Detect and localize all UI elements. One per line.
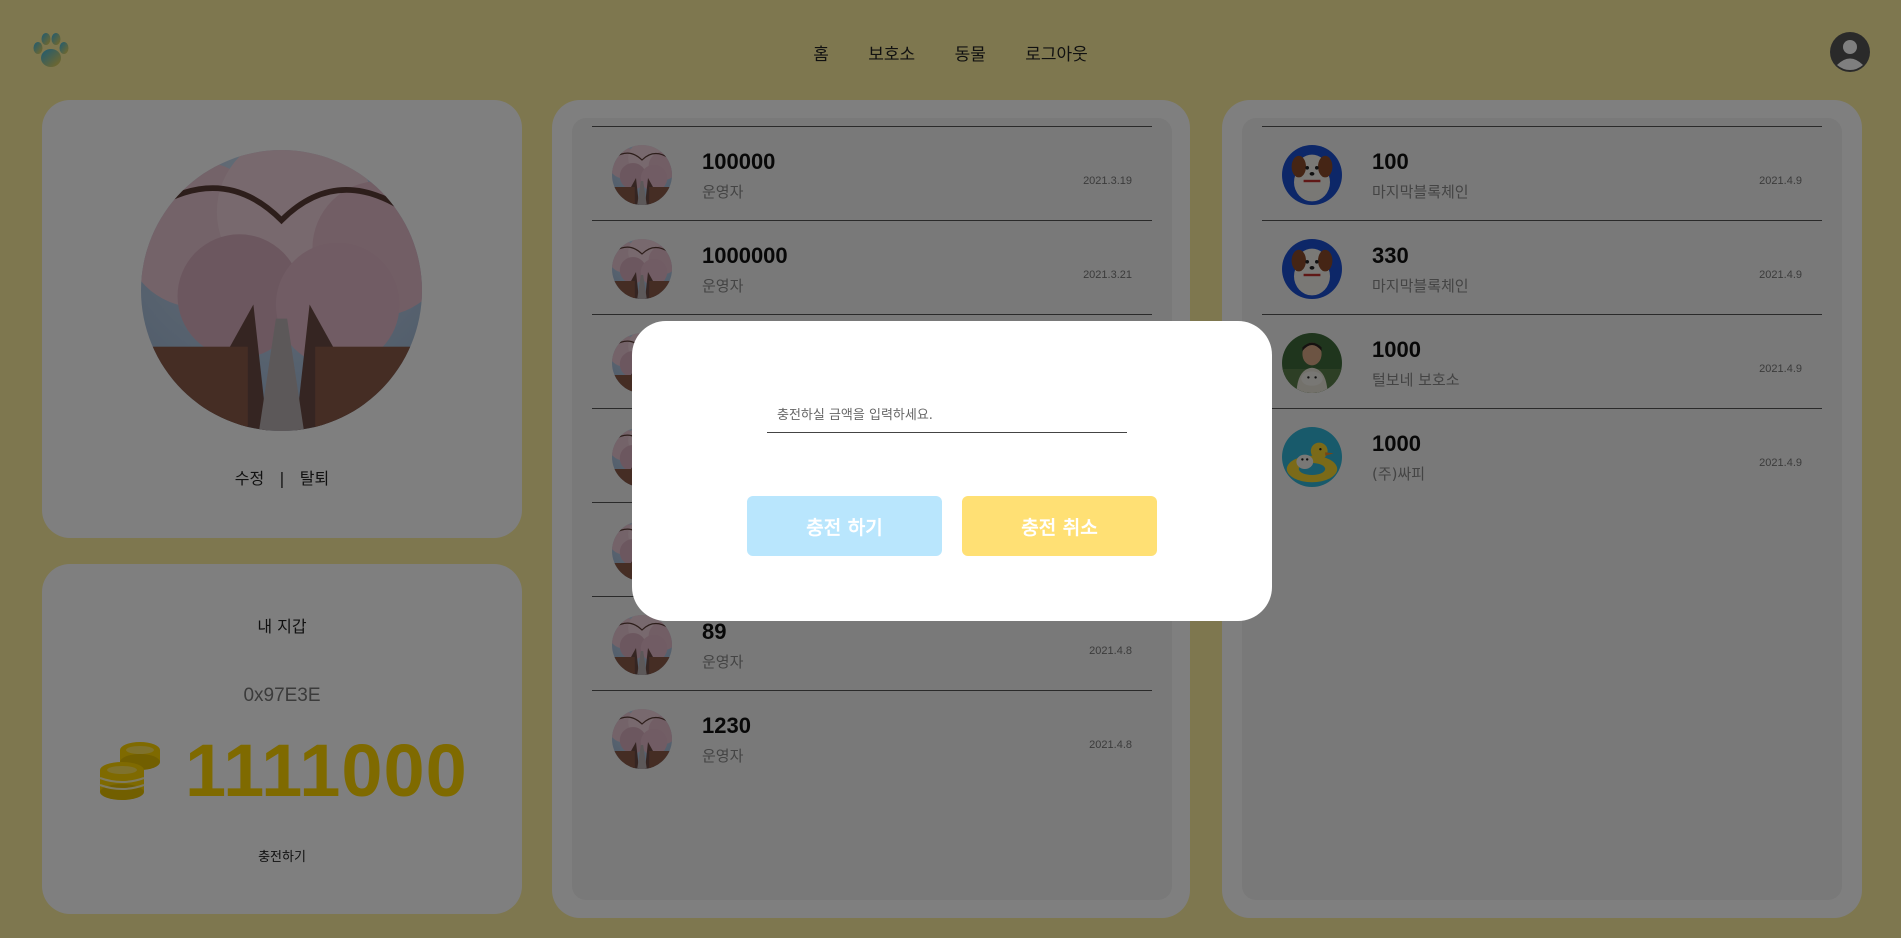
cancel-charge-button[interactable]: 충전 취소 bbox=[962, 496, 1157, 556]
confirm-charge-button[interactable]: 충전 하기 bbox=[747, 496, 942, 556]
charge-modal: 충전 하기 충전 취소 bbox=[632, 321, 1272, 621]
charge-amount-input[interactable] bbox=[767, 399, 1127, 433]
